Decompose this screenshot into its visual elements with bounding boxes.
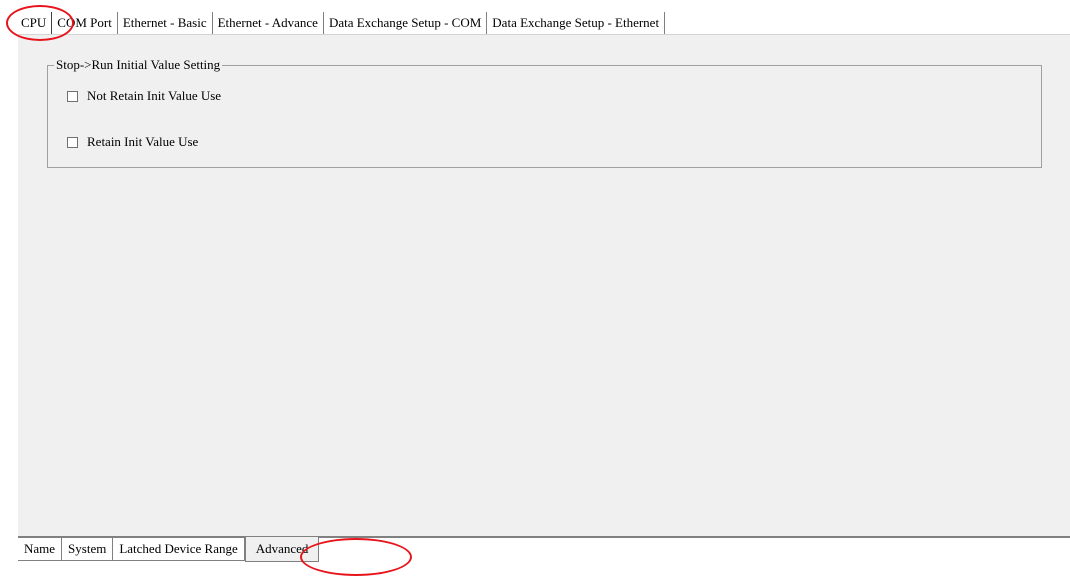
not-retain-init-value-label: Not Retain Init Value Use	[87, 88, 222, 103]
stop-run-initial-value-group: Stop->Run Initial Value Setting Not Reta…	[47, 57, 1042, 168]
not-retain-init-value-checkbox[interactable]	[67, 90, 78, 102]
not-retain-init-value-option[interactable]: Not Retain Init Value Use	[67, 88, 221, 104]
plc-parameter-window: CPU COM Port Ethernet - Basic Ethernet -…	[0, 0, 1070, 587]
tab-ethernet-basic[interactable]: Ethernet - Basic	[118, 12, 213, 34]
tab-latched-device-range[interactable]: Latched Device Range	[113, 538, 245, 561]
top-tab-strip: CPU COM Port Ethernet - Basic Ethernet -…	[18, 12, 666, 34]
tab-name[interactable]: Name	[18, 538, 63, 561]
tab-content-panel: Stop->Run Initial Value Setting Not Reta…	[18, 35, 1070, 536]
tab-cpu[interactable]: CPU	[18, 12, 53, 34]
retain-init-value-option[interactable]: Retain Init Value Use	[67, 134, 198, 150]
tab-data-exchange-ethernet[interactable]: Data Exchange Setup - Ethernet	[487, 12, 666, 34]
tab-data-exchange-com[interactable]: Data Exchange Setup - COM	[324, 12, 488, 34]
tab-com-port[interactable]: COM Port	[52, 12, 118, 34]
retain-init-value-checkbox[interactable]	[67, 136, 78, 148]
tab-system[interactable]: System	[62, 538, 114, 561]
bottom-tab-strip: Name System Latched Device Range Advance…	[18, 537, 320, 562]
group-title: Stop->Run Initial Value Setting	[54, 57, 223, 73]
tab-ethernet-advance[interactable]: Ethernet - Advance	[213, 12, 324, 34]
tab-advanced[interactable]: Advanced	[244, 537, 320, 562]
retain-init-value-label: Retain Init Value Use	[87, 134, 199, 149]
